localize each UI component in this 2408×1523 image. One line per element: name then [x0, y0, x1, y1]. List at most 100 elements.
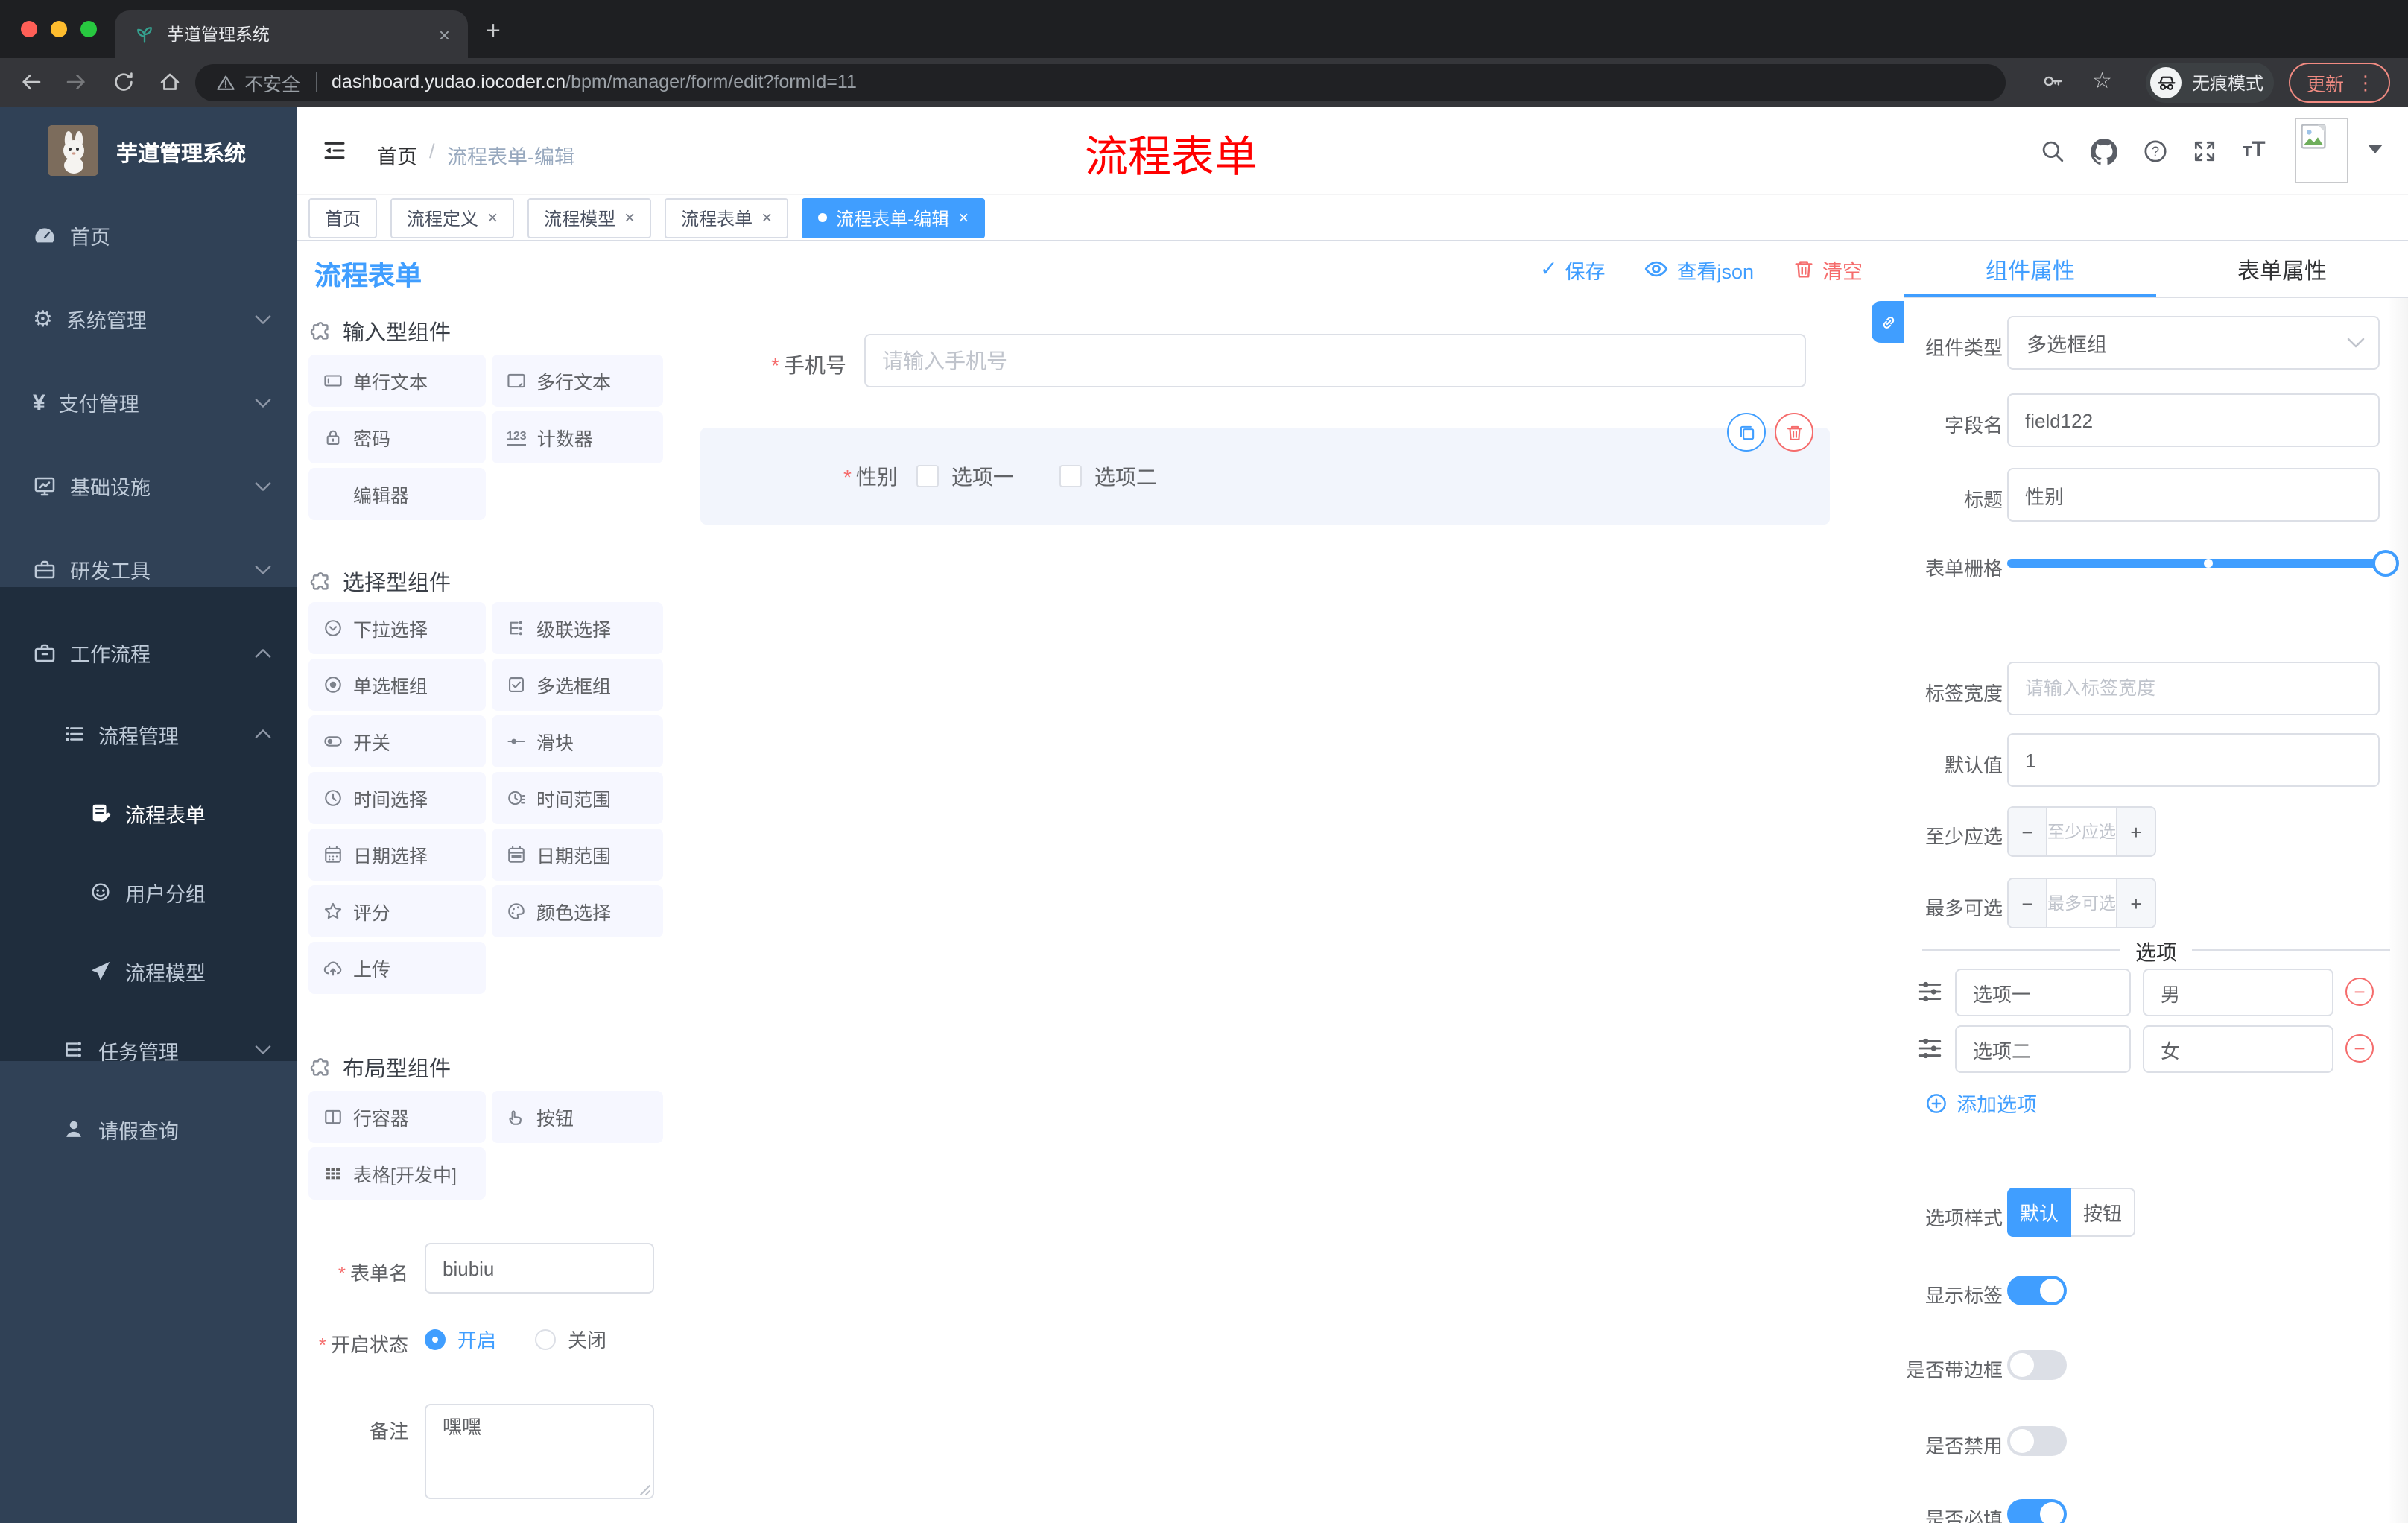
default-value-field[interactable] [2007, 733, 2380, 787]
label-width-field[interactable] [2007, 662, 2380, 715]
clear-button[interactable]: 清空 [1793, 254, 1863, 284]
palette-item-time-range[interactable]: 时间范围 [492, 772, 663, 824]
tag-process-form-edit[interactable]: 流程表单-编辑 × [802, 197, 986, 238]
palette-item-time-picker[interactable]: 时间选择 [308, 772, 486, 824]
checkbox-option1[interactable] [916, 465, 940, 487]
grid-slider-track[interactable] [2007, 559, 2386, 568]
field-name-input[interactable] [2007, 393, 2380, 447]
tab-close-icon[interactable]: × [439, 23, 450, 45]
decrease-button[interactable]: − [2009, 879, 2046, 927]
tag-process-model[interactable]: 流程模型 × [527, 197, 652, 238]
breadcrumb-root[interactable]: 首页 [377, 140, 417, 170]
palette-item-radio-group[interactable]: 单选框组 [308, 659, 486, 711]
tag-close-icon[interactable]: × [487, 209, 498, 227]
palette-item-button[interactable]: 按钮 [492, 1091, 663, 1143]
forward-icon[interactable] [64, 70, 88, 94]
sidebar-item-devtools[interactable]: 研发工具 [0, 528, 297, 611]
tag-close-icon[interactable]: × [761, 209, 772, 227]
tab-component-props[interactable]: 组件属性 [1904, 241, 2156, 298]
form-remark-textarea[interactable]: 嘿嘿 [425, 1404, 654, 1499]
remove-option1-button[interactable]: − [2345, 978, 2374, 1006]
option-drag-handle[interactable] [1916, 1036, 1943, 1061]
bookmark-star-icon[interactable]: ☆ [2092, 67, 2112, 94]
save-button[interactable]: ✓ 保存 [1540, 254, 1605, 284]
checkbox-option2-label[interactable]: 选项二 [1094, 461, 1157, 491]
form-name-field[interactable] [425, 1243, 654, 1294]
browser-menu-icon[interactable]: ⋮ [2356, 71, 2375, 95]
decrease-button[interactable]: − [2009, 808, 2046, 855]
form-name-input[interactable] [425, 1243, 654, 1294]
palette-item-single-text[interactable]: 单行文本 [308, 355, 486, 407]
style-button-button[interactable]: 按钮 [2071, 1188, 2135, 1237]
delete-component-button[interactable] [1775, 413, 1813, 452]
sidebar-item-home[interactable]: 首页 [0, 194, 297, 277]
option2-label-input[interactable] [1955, 1025, 2131, 1073]
option2-value-field[interactable] [2143, 1025, 2333, 1073]
max-select-input[interactable]: 最多可选 [2046, 879, 2117, 927]
disabled-toggle-off[interactable] [2007, 1426, 2067, 1456]
phone-field[interactable] [864, 334, 1806, 387]
sidebar-collapse-icon[interactable] [322, 139, 347, 162]
default-value-input[interactable] [2007, 733, 2380, 787]
increase-button[interactable]: + [2117, 808, 2155, 855]
palette-item-textarea[interactable]: 多行文本 [492, 355, 663, 407]
palette-item-upload[interactable]: 上传 [308, 942, 486, 994]
min-select-input[interactable]: 至少应选 [2046, 808, 2117, 855]
palette-item-date-picker[interactable]: 日期选择 [308, 829, 486, 881]
window-zoom-button[interactable] [80, 21, 97, 37]
palette-item-checkbox-group[interactable]: 多选框组 [492, 659, 663, 711]
palette-item-select[interactable]: 下拉选择 [308, 602, 486, 654]
palette-item-password[interactable]: 密码 [308, 411, 486, 463]
github-icon[interactable] [2091, 139, 2117, 165]
checkbox-option2[interactable] [1059, 465, 1083, 487]
tag-close-icon[interactable]: × [958, 209, 969, 227]
palette-item-counter[interactable]: 123 计数器 [492, 411, 663, 463]
field-name-field[interactable] [2007, 393, 2380, 447]
key-icon[interactable] [2041, 70, 2064, 92]
window-minimize-button[interactable] [51, 21, 67, 37]
palette-item-color-picker[interactable]: 颜色选择 [492, 885, 663, 937]
sidebar-item-infra[interactable]: 基础设施 [0, 444, 297, 528]
tag-home[interactable]: 首页 [308, 197, 378, 238]
border-toggle-off[interactable] [2007, 1350, 2067, 1380]
title-field[interactable] [2007, 468, 2380, 522]
browser-tab[interactable]: 芋道管理系统 × [115, 10, 468, 58]
option2-label-field[interactable] [1955, 1025, 2131, 1073]
avatar-caret-icon[interactable] [2368, 145, 2383, 153]
checkbox-option1-label[interactable]: 选项一 [951, 461, 1014, 491]
palette-item-cascader[interactable]: 级联选择 [492, 602, 663, 654]
title-input[interactable] [2007, 468, 2380, 522]
radio-off[interactable] [535, 1329, 557, 1349]
radio-on-selected[interactable] [425, 1329, 446, 1349]
palette-item-date-range[interactable]: 日期范围 [492, 829, 663, 881]
new-tab-button[interactable]: + [486, 18, 501, 43]
view-json-button[interactable]: 查看json [1644, 254, 1754, 284]
palette-item-editor[interactable]: 编辑器 [308, 468, 486, 520]
option1-value-field[interactable] [2143, 969, 2333, 1016]
palette-item-row-container[interactable]: 行容器 [308, 1091, 486, 1143]
tab-form-props[interactable]: 表单属性 [2156, 241, 2408, 298]
palette-item-rate[interactable]: 评分 [308, 885, 486, 937]
sidebar-item-user-groups[interactable]: 用户分组 [0, 852, 297, 931]
option1-label-field[interactable] [1955, 969, 2131, 1016]
sidebar-item-process-mgmt[interactable]: 流程管理 [0, 694, 297, 773]
label-width-input[interactable] [2007, 662, 2380, 715]
back-icon[interactable] [19, 70, 43, 94]
remove-option2-button[interactable]: − [2345, 1034, 2374, 1063]
increase-button[interactable]: + [2117, 879, 2155, 927]
phone-input[interactable] [864, 334, 1806, 387]
reload-icon[interactable] [112, 70, 136, 94]
duplicate-component-button[interactable] [1727, 413, 1766, 452]
style-default-button[interactable]: 默认 [2007, 1188, 2071, 1237]
sidebar-item-system[interactable]: ⚙ 系统管理 [0, 277, 297, 361]
component-type-select[interactable]: 多选框组 [2007, 316, 2380, 370]
sidebar-item-workflow[interactable]: 工作流程 [0, 611, 297, 694]
security-warning-icon[interactable] [216, 72, 235, 92]
required-toggle-on[interactable] [2007, 1499, 2067, 1523]
selected-component-gender[interactable]: * 性别 选项一 选项二 [700, 428, 1830, 525]
option1-value-input[interactable] [2143, 969, 2333, 1016]
url-bar[interactable]: 不安全 dashboard.yudao.iocoder.cn/bpm/manag… [195, 63, 2006, 101]
radio-off-label[interactable]: 关闭 [568, 1325, 606, 1353]
home-icon[interactable] [158, 70, 182, 94]
sidebar-item-task-mgmt[interactable]: 任务管理 [0, 1010, 297, 1089]
